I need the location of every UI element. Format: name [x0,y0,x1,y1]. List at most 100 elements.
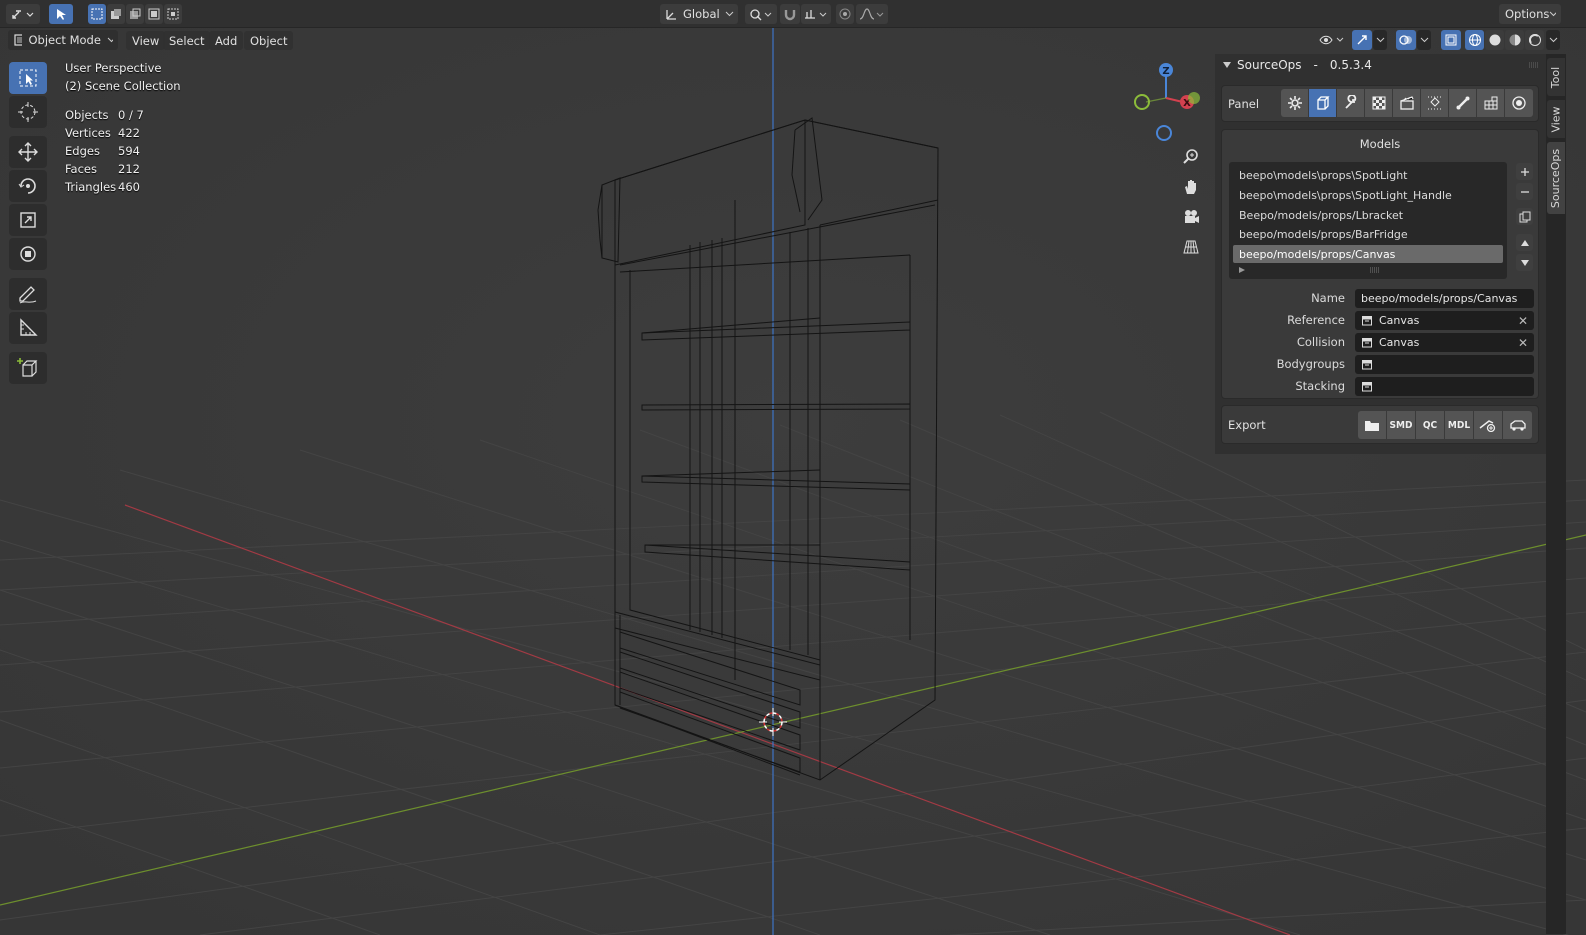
clear-reference-icon[interactable]: ✕ [1518,314,1528,328]
export-mdl-button[interactable]: MDL [1445,411,1474,439]
stacking-field[interactable] [1355,377,1534,396]
bone-icon [1456,96,1469,110]
name-field[interactable]: beepo/models/props/Canvas [1355,289,1534,308]
panel-sequences-button[interactable] [1393,89,1421,117]
shading-solid-button[interactable] [1485,30,1504,50]
falloff-select[interactable] [856,4,888,24]
gizmo-toggle[interactable] [1352,30,1372,50]
tool-scale[interactable] [9,204,47,236]
move-up-button[interactable] [1516,234,1533,251]
tool-annotate[interactable] [9,278,47,310]
perspective-toggle-button[interactable] [1179,235,1203,259]
add-model-button[interactable] [1516,163,1533,180]
panel-textures-button[interactable] [1365,89,1393,117]
panel-tools-button[interactable] [1337,89,1365,117]
panel-particles-button[interactable] [1477,89,1505,117]
tool-rotate[interactable] [9,170,47,202]
duplicate-model-button[interactable] [1516,208,1533,225]
snap-target-select[interactable] [801,4,831,24]
move-arrows-icon [18,142,38,162]
panel-attachments-button[interactable] [1449,89,1477,117]
shading-wireframe-button[interactable] [1465,30,1484,50]
chevron-down-icon [1550,11,1556,17]
select-tool-button[interactable] [49,4,73,24]
collision-field[interactable]: Canvas ✕ [1355,333,1534,352]
list-item-selected[interactable]: beepo/models/props/Canvas [1233,245,1503,263]
proportional-edit-toggle[interactable] [836,4,854,24]
models-title: Models [1359,137,1401,151]
menu-object[interactable]: Object [244,31,294,50]
snap-toggle[interactable] [780,4,800,24]
tab-tool[interactable]: Tool [1547,58,1565,96]
tab-tool-label: Tool [1549,66,1563,88]
menu-select[interactable]: Select [163,31,211,50]
reference-field[interactable]: Canvas ✕ [1355,311,1534,330]
xray-toggle[interactable] [1441,30,1461,50]
chevron-down-icon [107,37,113,43]
open-hlmv-button[interactable] [1474,411,1503,439]
clear-collision-icon[interactable]: ✕ [1518,336,1528,350]
shading-dropdown[interactable] [1546,30,1560,50]
select-mode-intersect-button[interactable] [164,4,182,24]
export-qc-button[interactable]: QC [1416,411,1445,439]
object-mode-icon [14,34,23,46]
shading-rendered-button[interactable] [1525,30,1544,50]
tab-view[interactable]: View [1547,100,1565,138]
pivot-point-select[interactable] [745,4,777,24]
mode-select[interactable]: Object Mode [8,30,118,50]
menu-add[interactable]: Add [209,31,244,50]
select-mode-extend-button[interactable] [107,4,125,24]
zoom-button[interactable] [1179,145,1203,169]
export-smd-button[interactable]: SMD [1387,411,1416,439]
copy-icon [1519,211,1530,222]
list-item[interactable]: beepo/models/props/BarFridge [1233,225,1503,243]
options-dropdown[interactable]: Options [1499,4,1561,24]
export-folder-button[interactable] [1358,411,1387,439]
remove-model-button[interactable] [1516,183,1533,200]
move-down-button[interactable] [1516,254,1533,271]
list-item[interactable]: beepo\models\props\SpotLight_Handle [1233,186,1503,204]
minus-icon [1520,190,1529,193]
list-filter-triangle-icon[interactable] [1238,266,1246,274]
panel-misc-button[interactable] [1505,89,1533,117]
drag-handle-icon[interactable] [1528,62,1540,68]
overlays-toggle[interactable] [1396,30,1416,50]
list-item[interactable]: beepo\models\props\SpotLight [1233,166,1503,184]
panel-settings-button[interactable] [1281,89,1309,117]
select-mode-subtract-button[interactable] [126,4,144,24]
select-mode-invert-button[interactable] [145,4,163,24]
tool-move[interactable] [9,136,47,168]
list-item[interactable]: Beepo/models/props/Lbracket [1233,206,1503,224]
tab-sourceops[interactable]: SourceOps [1547,142,1565,214]
tool-measure[interactable] [9,312,47,344]
visibility-select[interactable] [1318,30,1348,50]
select-mode-new-button[interactable] [88,4,106,24]
pencil-icon [19,286,37,304]
models-list[interactable]: beepo\models\props\SpotLight beepo\model… [1229,162,1507,279]
navigation-gizmo[interactable]: Z X [1124,58,1206,150]
tool-add-cube[interactable] [9,352,47,384]
tool-transform[interactable] [9,238,47,270]
tool-select-box[interactable] [9,62,47,94]
gizmo-z-label: Z [1162,66,1169,77]
menu-view[interactable]: View [126,31,166,50]
overlays-dropdown[interactable] [1417,30,1431,50]
pan-button[interactable] [1179,175,1203,199]
target-icon [1512,96,1526,110]
shading-material-button[interactable] [1505,30,1524,50]
camera-view-button[interactable] [1179,205,1203,229]
panel-events-button[interactable] [1421,89,1449,117]
orientation-select[interactable]: Global [660,4,738,24]
gizmo-dropdown[interactable] [1373,30,1387,50]
bodygroups-field[interactable] [1355,355,1534,374]
sourceops-separator: - [1313,58,1318,72]
collision-value: Canvas [1379,336,1420,349]
open-game-button[interactable] [1503,411,1532,439]
stacking-label: Stacking [1295,379,1345,393]
export-buttons: SMD QC MDL [1358,411,1532,439]
sourceops-header[interactable]: SourceOps - 0.5.3.4 [1215,54,1546,76]
editor-type-button[interactable] [6,4,40,24]
tool-cursor[interactable] [9,96,47,128]
panel-models-button[interactable] [1309,89,1337,117]
list-resize-grip-icon[interactable] [1369,266,1381,274]
